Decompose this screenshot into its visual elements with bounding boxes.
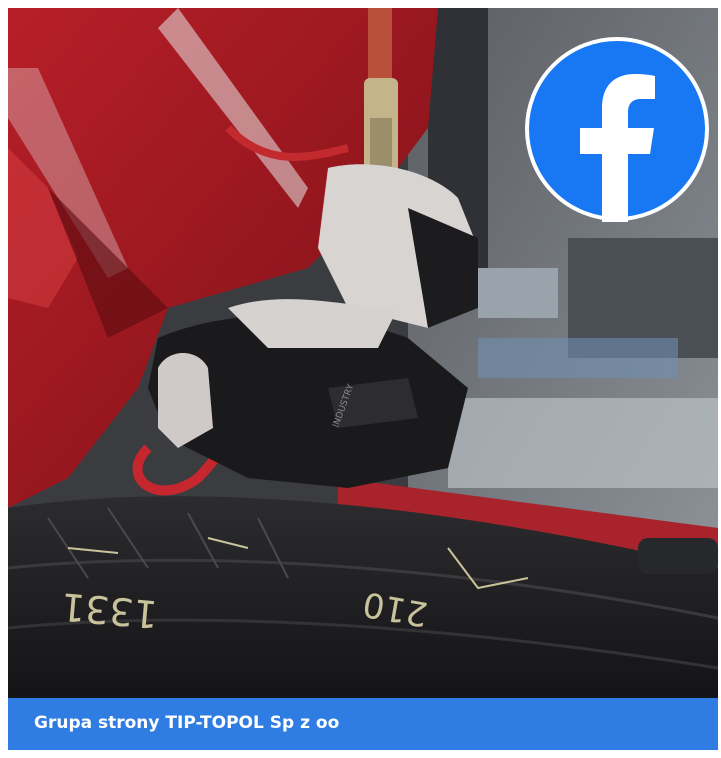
tire-marking-left: 1331: [59, 584, 159, 636]
facebook-icon: [525, 37, 709, 222]
facebook-badge[interactable]: [524, 36, 710, 222]
post-photo[interactable]: INDUSTRY 1331 210: [8, 8, 718, 698]
post-card[interactable]: INDUSTRY 1331 210 Grupa strony TIP-TOPOL…: [8, 8, 718, 750]
page-group-caption: Grupa strony TIP-TOPOL Sp z oo: [34, 713, 340, 733]
caption-bar[interactable]: Grupa strony TIP-TOPOL Sp z oo: [8, 698, 718, 750]
